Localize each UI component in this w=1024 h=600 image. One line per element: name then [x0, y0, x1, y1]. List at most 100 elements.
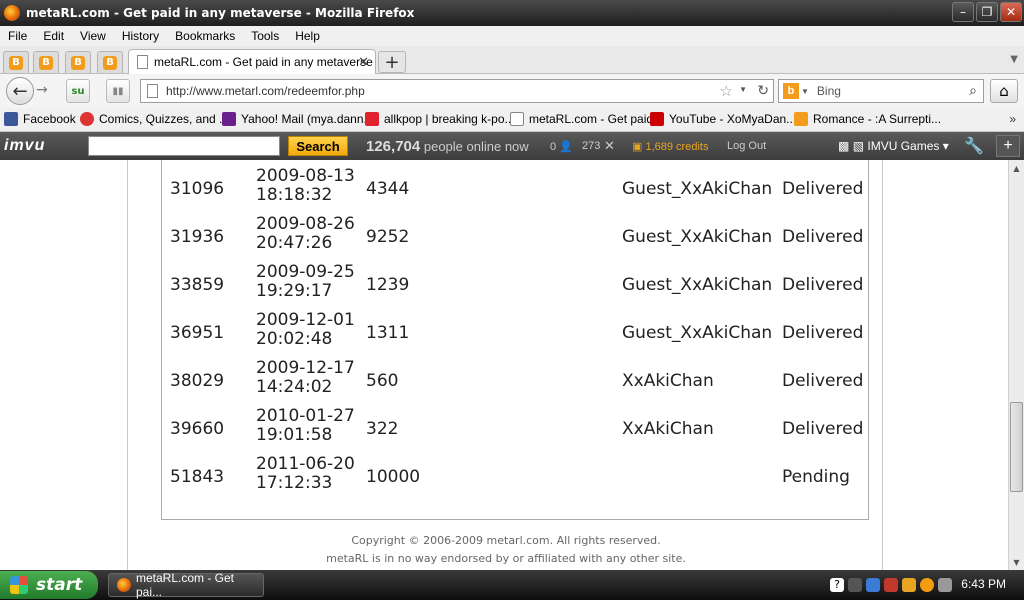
bookmarks-toolbar: Facebook Comics, Quizzes, and ... Yahoo!…: [0, 108, 1024, 132]
url-dropdown-icon[interactable]: ▼: [739, 85, 747, 94]
row-date: 2011-06-20: [256, 454, 355, 474]
row-date: 2009-08-13: [256, 166, 355, 186]
app-tab-4[interactable]: B: [97, 51, 123, 73]
imvu-messages[interactable]: 273: [582, 140, 600, 152]
help-icon[interactable]: ?: [830, 578, 844, 592]
scroll-up-arrow-icon[interactable]: ▲: [1009, 160, 1024, 176]
blogger-icon: B: [9, 55, 23, 70]
menu-view[interactable]: View: [80, 29, 106, 43]
search-icon[interactable]: ⌕: [969, 82, 977, 99]
firefox-icon: [117, 578, 131, 592]
imvu-toolbar: imvu Search 126,704 people online now 0 …: [0, 132, 1024, 160]
maximize-button[interactable]: ❐: [976, 2, 998, 22]
tab-bar: B B B B metaRL.com - Get paid in any met…: [0, 46, 1024, 74]
tab-list-icon[interactable]: ▼: [1010, 54, 1018, 65]
footer-copyright: Copyright © 2006-2009 metarl.com. All ri…: [351, 534, 661, 547]
menu-tools[interactable]: Tools: [251, 29, 279, 43]
row-amount: 10000: [366, 467, 421, 487]
bookmarks-overflow-icon[interactable]: »: [1009, 112, 1016, 126]
close-tab-icon[interactable]: ✕: [358, 54, 369, 70]
search-bar[interactable]: b ▼ Bing ⌕: [778, 79, 984, 103]
row-amount: 4344: [366, 179, 410, 199]
home-button[interactable]: ⌂: [990, 79, 1018, 103]
search-placeholder: Bing: [816, 84, 841, 98]
imvu-add-button[interactable]: +: [996, 135, 1020, 157]
app-tab-2[interactable]: B: [33, 51, 59, 73]
bookmark-facebook[interactable]: Facebook: [4, 112, 76, 126]
bookmark-yahoo-mail[interactable]: Yahoo! Mail (mya.dann...: [222, 112, 374, 126]
bing-icon[interactable]: b: [783, 83, 799, 99]
row-time: 20:02:48: [256, 329, 333, 349]
table-row: 38029 560 XxAkiChan Delivered 2009-12-17 14:2…: [162, 357, 870, 405]
menu-file[interactable]: File: [8, 29, 27, 43]
navigation-bar: ← → su ▮▮ http://www.metarl.com/redeemfo…: [0, 74, 1024, 108]
table-row: 31096 4344 Guest_XxAkiChan Delivered 2009-08…: [162, 165, 870, 213]
row-datetime: 2009-12-01 20:02:48: [256, 311, 355, 349]
system-tray: ?: [830, 574, 952, 596]
bookmark-youtube[interactable]: YouTube - XoMyaDan...: [650, 112, 796, 126]
table-row: 39660 322 XxAkiChan Delivered 2010-01-27 19:0…: [162, 405, 870, 453]
imvu-search-input[interactable]: [88, 136, 280, 156]
bookmark-star-icon[interactable]: ☆: [720, 82, 733, 100]
row-amount: 322: [366, 419, 399, 439]
imvu-logout-link[interactable]: Log Out: [727, 140, 766, 152]
redemption-table: 310950Guest_XxAkiChanFailed2009-08-1020:…: [161, 160, 869, 520]
row-status: Delivered: [782, 227, 864, 247]
minimize-button[interactable]: –: [952, 2, 974, 22]
menu-history[interactable]: History: [122, 29, 159, 43]
forward-button[interactable]: →: [36, 82, 48, 98]
imvu-credits[interactable]: ▣ 1,689 credits: [632, 140, 708, 153]
windows-logo-icon: [10, 576, 28, 594]
search-engine-dropdown-icon[interactable]: ▼: [801, 87, 809, 96]
imvu-close-icon[interactable]: ✕: [604, 138, 615, 154]
imvu-games-menu[interactable]: ▩ ▧ IMVU Games ▾: [838, 139, 949, 153]
tab-active[interactable]: metaRL.com - Get paid in any metaverse ✕: [128, 49, 376, 74]
close-window-button[interactable]: ✕: [1000, 2, 1022, 22]
app-tab-1[interactable]: B: [3, 51, 29, 73]
bookmark-metarl[interactable]: metaRL.com - Get paid...: [510, 112, 663, 126]
address-bar[interactable]: http://www.metarl.com/redeemfor.php ☆ ▼ …: [140, 79, 774, 103]
menu-edit[interactable]: Edit: [43, 29, 64, 43]
window-titlebar: metaRL.com - Get paid in any metaverse -…: [0, 0, 1024, 26]
network-icon[interactable]: [866, 578, 880, 592]
row-datetime: 2009-08-13 18:18:32: [256, 167, 355, 205]
taskbar-firefox-window[interactable]: metaRL.com - Get pai...: [108, 571, 264, 599]
app-tab-3[interactable]: B: [65, 51, 91, 73]
bookmark-comics[interactable]: Comics, Quizzes, and ...: [80, 112, 229, 126]
row-username: Guest_XxAkiChan: [622, 227, 773, 247]
scrollbar-thumb[interactable]: [1010, 402, 1023, 492]
menu-bookmarks[interactable]: Bookmarks: [175, 29, 235, 43]
imvu-logo[interactable]: imvu: [4, 137, 45, 155]
page-icon: [510, 112, 524, 126]
back-button[interactable]: ←: [6, 77, 34, 105]
row-status: Delivered: [782, 419, 864, 439]
table-row: 33859 1239 Guest_XxAkiChan Delivered 2009-09…: [162, 261, 870, 309]
shield-icon[interactable]: [902, 578, 916, 592]
bookmark-allkpop[interactable]: allkpop | breaking k-po...: [365, 112, 515, 126]
new-tab-button[interactable]: +: [378, 51, 406, 73]
bookmark-romance[interactable]: Romance - :A Surrepti...: [794, 112, 941, 126]
scroll-down-arrow-icon[interactable]: ▼: [1009, 554, 1024, 570]
imvu-friends[interactable]: 0 👤: [550, 140, 573, 153]
row-datetime: 2011-06-20 17:12:33: [256, 455, 355, 493]
site-identity-icon: [147, 84, 158, 98]
volume-icon[interactable]: [938, 578, 952, 592]
reload-icon[interactable]: ↻: [757, 82, 769, 99]
wrench-icon[interactable]: 🔧: [964, 136, 984, 156]
windows-taskbar: start metaRL.com - Get pai... ? 6:43 PM: [0, 570, 1024, 600]
stumbleupon-icon[interactable]: su: [66, 79, 90, 103]
imvu-search-button[interactable]: Search: [288, 136, 348, 156]
firefox-icon: [4, 5, 20, 21]
table-row: 31936 9252 Guest_XxAkiChan Delivered 2009-08…: [162, 213, 870, 261]
update-icon[interactable]: [920, 578, 934, 592]
stats-icon[interactable]: ▮▮: [106, 79, 130, 103]
vertical-scrollbar[interactable]: ▲ ▼: [1008, 160, 1024, 570]
menu-help[interactable]: Help: [295, 29, 320, 43]
imvu-online-count: 126,704 people online now: [366, 138, 529, 155]
page-viewport: 310950Guest_XxAkiChanFailed2009-08-1020:…: [0, 160, 1008, 570]
tray-expand-icon[interactable]: [848, 578, 862, 592]
antivirus-icon[interactable]: [884, 578, 898, 592]
row-username: Guest_XxAkiChan: [622, 323, 773, 343]
window-title: metaRL.com - Get paid in any metaverse -…: [26, 6, 415, 20]
start-button[interactable]: start: [0, 571, 98, 599]
